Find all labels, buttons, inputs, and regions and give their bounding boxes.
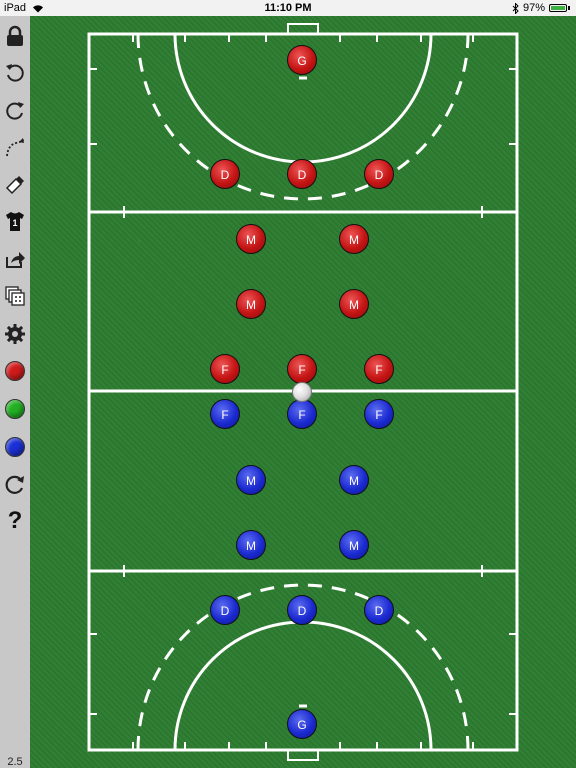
gear-icon: [5, 324, 25, 344]
draw-path-button[interactable]: [3, 136, 27, 160]
battery-percent: 97%: [522, 2, 545, 14]
jersey-number: 1: [12, 218, 17, 228]
blue-player-m[interactable]: M: [236, 530, 266, 560]
lock-icon: [7, 25, 23, 46]
share-button[interactable]: [3, 247, 27, 271]
layers-icon: [5, 286, 25, 306]
status-right: 97%: [512, 0, 570, 16]
version-label: 2.5: [7, 756, 23, 768]
status-bar: iPad 11:10 PM 97%: [0, 0, 576, 16]
blue-player-m[interactable]: M: [236, 465, 266, 495]
lock-button[interactable]: [3, 24, 27, 48]
eraser-icon: [5, 176, 24, 195]
redo-icon: [6, 102, 24, 120]
blue-player-d[interactable]: D: [210, 595, 240, 625]
red-player-f[interactable]: F: [364, 354, 394, 384]
blue-color-swatch: [5, 437, 25, 457]
red-color-swatch: [5, 361, 25, 381]
red-player-d[interactable]: D: [287, 159, 317, 189]
color-blue-button[interactable]: [3, 435, 27, 459]
red-player-f[interactable]: F: [210, 354, 240, 384]
help-button[interactable]: ?: [3, 507, 27, 534]
red-player-d[interactable]: D: [210, 159, 240, 189]
blue-player-m[interactable]: M: [339, 530, 369, 560]
undo-icon: [6, 64, 24, 82]
blue-player-f[interactable]: F: [364, 399, 394, 429]
red-player-d[interactable]: D: [364, 159, 394, 189]
blue-player-g[interactable]: G: [287, 709, 317, 739]
hockey-field[interactable]: GDDDMMMMFFFFFFMMMMDDDG: [30, 16, 576, 768]
dashed-path-icon: [6, 138, 25, 157]
layers-button[interactable]: [3, 284, 27, 308]
blue-player-d[interactable]: D: [364, 595, 394, 625]
redo-button[interactable]: [3, 98, 27, 122]
settings-button[interactable]: [3, 322, 27, 346]
reset-icon: [5, 475, 24, 494]
status-time: 11:10 PM: [264, 2, 312, 14]
color-red-button[interactable]: [3, 359, 27, 383]
battery-icon: [549, 4, 567, 12]
toolbar: 1 ? 2.5: [0, 16, 30, 768]
red-player-m[interactable]: M: [236, 289, 266, 319]
jersey-icon: 1: [6, 212, 24, 231]
eraser-button[interactable]: [3, 172, 27, 196]
bluetooth-icon: [512, 2, 519, 14]
blue-player-d[interactable]: D: [287, 595, 317, 625]
help-label: ?: [7, 507, 23, 534]
battery-tip: [568, 6, 570, 10]
blue-player-f[interactable]: F: [210, 399, 240, 429]
red-player-m[interactable]: M: [339, 224, 369, 254]
undo-button[interactable]: [3, 60, 27, 84]
red-player-g[interactable]: G: [287, 45, 317, 75]
blue-player-m[interactable]: M: [339, 465, 369, 495]
jersey-button[interactable]: 1: [3, 209, 27, 233]
battery-level: [551, 6, 565, 10]
reset-button[interactable]: [3, 472, 27, 496]
color-green-button[interactable]: [3, 397, 27, 421]
red-player-m[interactable]: M: [236, 224, 266, 254]
blue-player-f[interactable]: F: [287, 399, 317, 429]
red-player-f[interactable]: F: [287, 354, 317, 384]
ball[interactable]: [292, 382, 312, 402]
green-color-swatch: [5, 399, 25, 419]
red-player-m[interactable]: M: [339, 289, 369, 319]
share-icon: [6, 252, 25, 268]
